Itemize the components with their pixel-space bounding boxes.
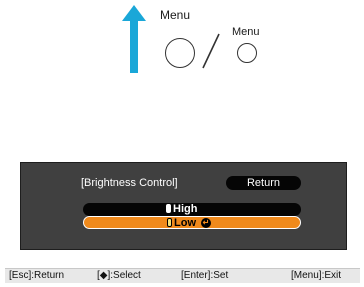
option-label: Low (174, 217, 196, 229)
menu-button-small-icon (237, 43, 257, 63)
up-arrow-icon (122, 5, 146, 73)
return-button[interactable]: Return (226, 176, 301, 190)
enter-hint: [Enter]:Set (181, 270, 229, 281)
menu-label-small: Menu (232, 26, 260, 38)
esc-hint: [Esc]:Return (9, 270, 65, 281)
enter-icon: ↵ (201, 218, 211, 228)
select-hint: [◆]:Select (97, 270, 141, 281)
menu-label-large: Menu (160, 8, 191, 22)
key-guide-bar: [Esc]:Return [◆]:Select [Enter]:Set [Men… (5, 268, 360, 283)
option-low[interactable]: Low ↵ (83, 216, 301, 229)
radio-indicator-icon (167, 218, 172, 227)
brightness-control-panel: [Brightness Control] Return High Low ↵ (20, 162, 347, 250)
option-high[interactable]: High (83, 203, 301, 216)
option-label: High (173, 203, 198, 215)
panel-title: [Brightness Control] (81, 177, 178, 189)
menu-button-large-icon (165, 38, 195, 68)
slash-divider (202, 33, 220, 69)
menu-hint: [Menu]:Exit (291, 270, 342, 281)
radio-indicator-icon (166, 204, 171, 213)
